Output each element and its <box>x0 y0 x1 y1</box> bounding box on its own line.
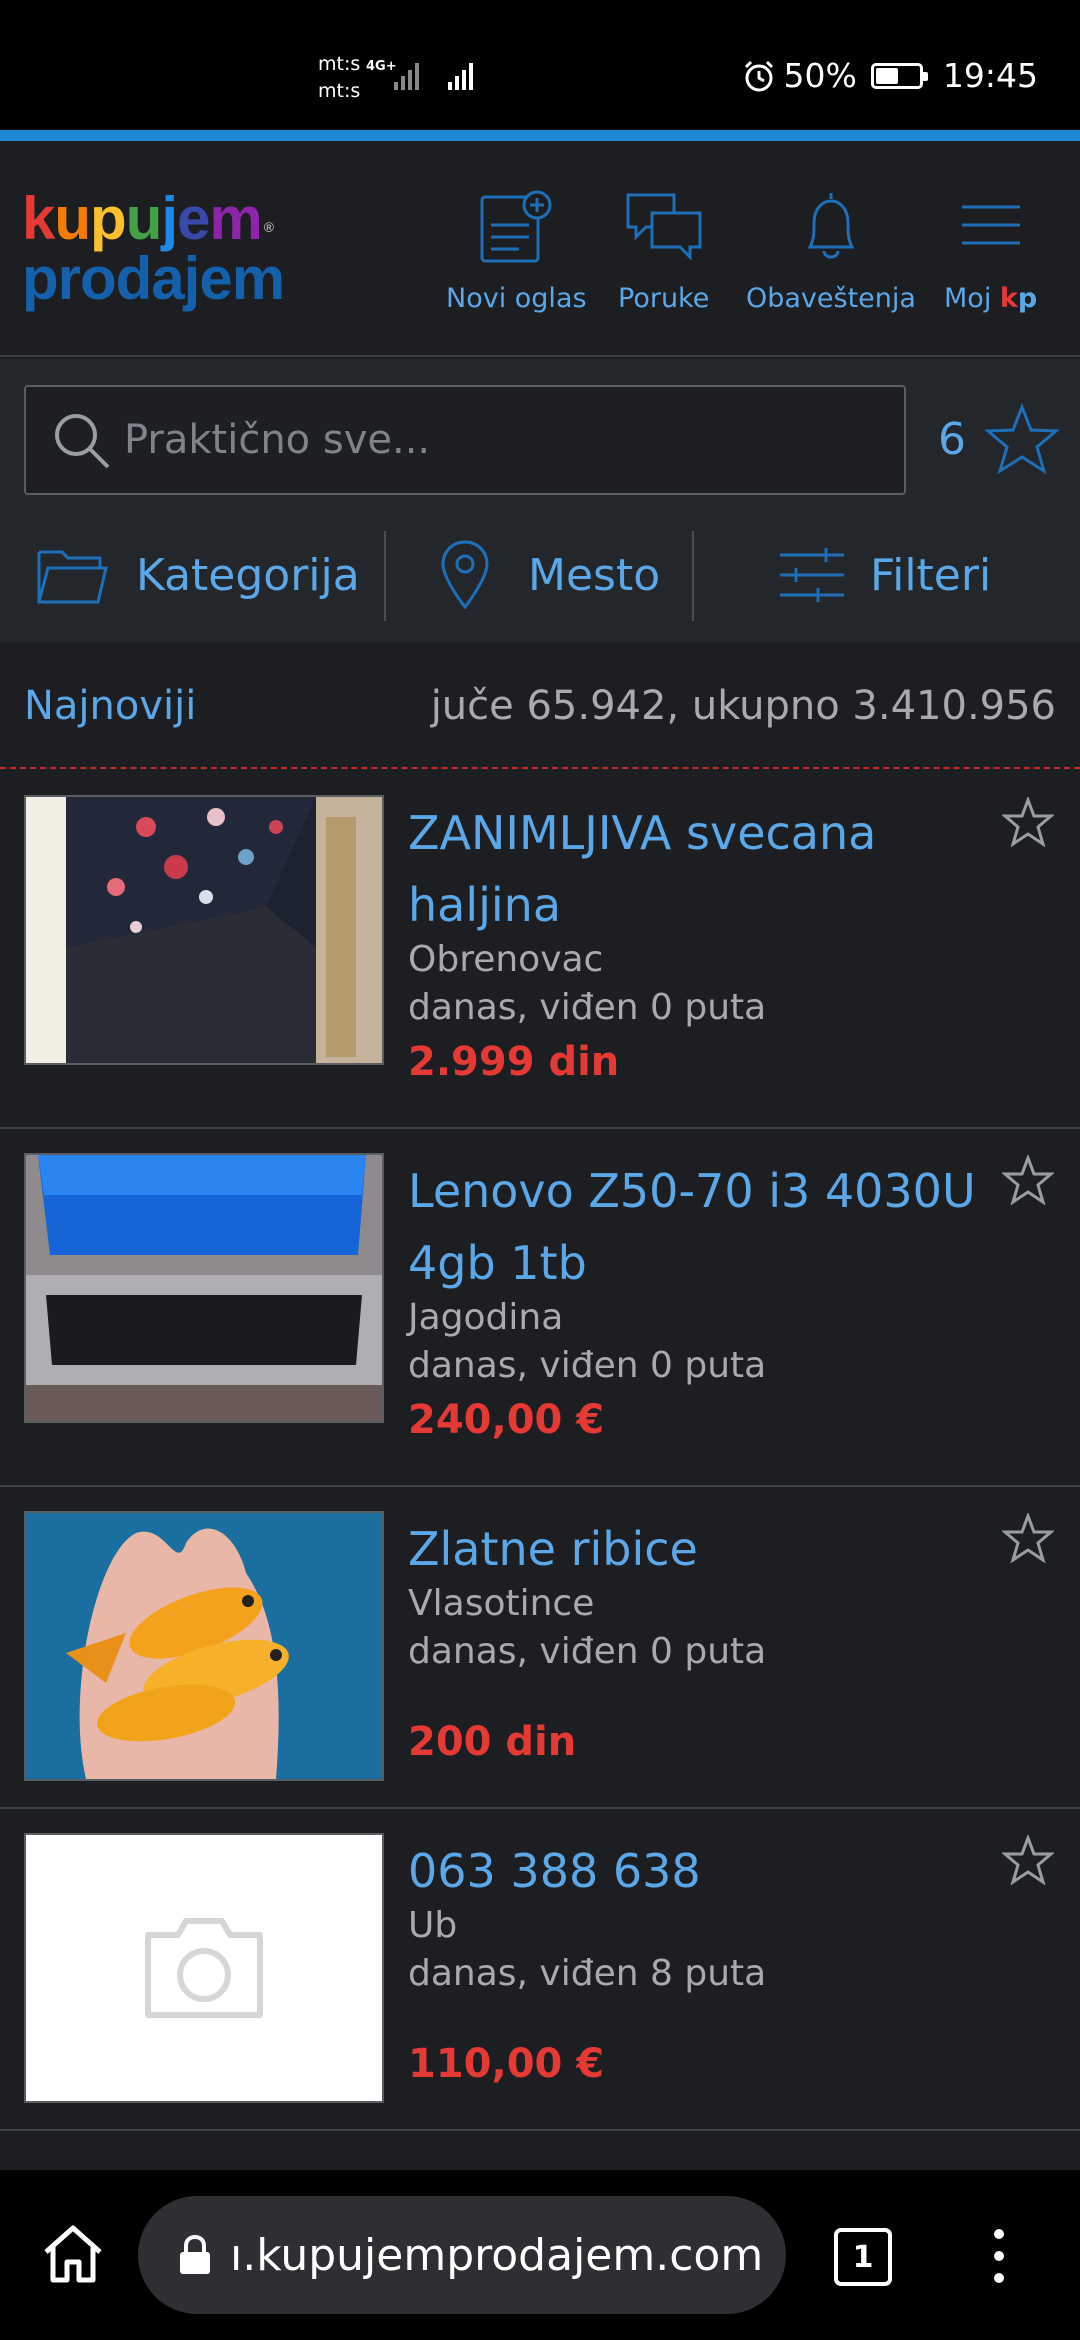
new-ad-icon <box>480 190 552 263</box>
status-right: 50% 19:45 <box>742 56 1038 95</box>
location-pin-icon <box>441 540 489 610</box>
home-icon[interactable] <box>42 2224 104 2284</box>
logo-letter: u <box>54 185 91 252</box>
battery-percent: 50% <box>783 56 857 95</box>
listing-thumbnail[interactable] <box>24 795 384 1065</box>
nav-new-ad[interactable]: Novi oglas <box>446 189 587 314</box>
lock-icon <box>180 2234 210 2274</box>
browser-toolbar: ı.kupujemprodajem.com 1 <box>0 2170 1080 2340</box>
listing-price: 110,00 € <box>408 2041 605 2087</box>
listing-title[interactable]: Zlatne ribice <box>408 1513 978 1585</box>
listing-price: 2.999 din <box>408 1039 620 1085</box>
nav-messages[interactable]: Poruke <box>618 189 709 314</box>
clock: 19:45 <box>942 56 1038 95</box>
listing-item[interactable]: Zlatne ribice Vlasotince danas, viđen 0 … <box>0 1487 1080 1809</box>
carrier-1: mt:s <box>318 53 361 75</box>
listing-views: danas, viđen 8 puta <box>408 1953 767 1994</box>
listing-location: Obrenovac <box>408 939 604 980</box>
star-icon[interactable] <box>1002 1835 1054 1885</box>
listing-location: Ub <box>408 1905 458 1946</box>
carrier-labels: mt:s mt:s <box>318 50 360 104</box>
listing-location: Vlasotince <box>408 1583 595 1624</box>
logo-letter: k <box>22 185 55 252</box>
listing-title[interactable]: Lenovo Z50-70 i3 4030U 4gb 1tb <box>408 1155 978 1299</box>
menu-icon <box>961 205 1020 245</box>
category-filter[interactable]: Kategorija <box>0 525 384 625</box>
listing-location: Jagodina <box>408 1297 564 1338</box>
listing-item[interactable]: Lenovo Z50-70 i3 4030U 4gb 1tb Jagodina … <box>0 1129 1080 1487</box>
search-input[interactable] <box>124 417 884 463</box>
star-icon[interactable] <box>1002 797 1054 847</box>
ad-stats: juče 65.942, ukupno 3.410.956 <box>430 683 1056 729</box>
listing-title[interactable]: 063 388 638 <box>408 1835 978 1907</box>
dress-photo <box>26 797 382 1063</box>
laptop-photo <box>26 1155 382 1421</box>
listing-thumbnail[interactable] <box>24 1153 384 1423</box>
alarm-icon <box>744 60 773 91</box>
status-bar: mt:s mt:s 4G+ 50% 19:45 <box>0 0 1080 130</box>
filter-row: Kategorija Mesto Filteri <box>0 525 1080 625</box>
location-filter[interactable]: Mesto <box>386 525 692 625</box>
listing-thumbnail[interactable] <box>24 1833 384 2103</box>
listing-views: danas, viđen 0 puta <box>408 1631 767 1672</box>
nav-notifications-label: Obaveštenja <box>746 283 916 314</box>
address-bar[interactable]: ı.kupujemprodajem.com <box>138 2196 786 2314</box>
logo-letter: m <box>209 185 262 252</box>
sort-bar: Najnoviji juče 65.942, ukupno 3.410.956 <box>0 643 1080 769</box>
star-icon <box>984 403 1060 475</box>
tab-switcher[interactable]: 1 <box>834 2228 892 2286</box>
filters-button[interactable]: Filteri <box>694 525 1080 625</box>
saved-searches[interactable]: 6 <box>938 403 1060 475</box>
logo-letter: j <box>161 185 178 252</box>
nav-notifications[interactable]: Obaveštenja <box>746 189 916 314</box>
carrier-2: mt:s <box>318 80 361 102</box>
bell-icon <box>807 193 855 259</box>
star-icon[interactable] <box>1002 1155 1054 1205</box>
listing-views: danas, viđen 0 puta <box>408 987 767 1028</box>
logo-letter: e <box>177 185 210 252</box>
signal-icon <box>394 63 419 90</box>
goldfish-photo <box>26 1513 382 1779</box>
location-label: Mesto <box>528 549 661 601</box>
logo-line-2: prodajem <box>22 245 285 312</box>
category-label: Kategorija <box>136 549 360 601</box>
nav-my-label: Moj kp <box>944 283 1038 314</box>
listing-price: 240,00 € <box>408 1397 605 1443</box>
camera-icon <box>26 1835 382 2101</box>
more-options-icon[interactable] <box>984 2226 1014 2286</box>
messages-icon <box>626 193 702 261</box>
nav-messages-label: Poruke <box>618 283 710 314</box>
folder-icon <box>37 550 108 604</box>
nav-new-ad-label: Novi oglas <box>446 283 587 314</box>
search-icon <box>55 414 110 469</box>
nav-my-kp[interactable]: Moj kp <box>944 189 1037 314</box>
saved-count: 6 <box>938 413 966 465</box>
url-text: ı.kupujemprodajem.com <box>230 2229 764 2281</box>
logo-line-1: k u p u j e m ® <box>22 185 284 253</box>
signal-icon-2 <box>448 63 473 90</box>
logo-letter: p <box>90 185 127 252</box>
listing-thumbnail[interactable] <box>24 1511 384 1781</box>
site-header: k u p u j e m ® prodajem Novi oglas Poru… <box>0 141 1080 357</box>
listing-item[interactable]: 063 388 638 Ub danas, viđen 8 puta 110,0… <box>0 1809 1080 2131</box>
logo-letter: u <box>125 185 163 252</box>
listing-views: danas, viđen 0 puta <box>408 1345 767 1386</box>
sliders-icon <box>780 548 844 602</box>
search-box[interactable] <box>24 385 906 495</box>
logo[interactable]: k u p u j e m ® prodajem <box>22 185 285 312</box>
accent-line <box>0 130 1080 141</box>
listing-title[interactable]: ZANIMLJIVA svecana haljina <box>408 797 978 941</box>
search-area: 6 Kategorija Mesto Filteri <box>0 359 1080 643</box>
listing-price: 200 din <box>408 1719 577 1765</box>
listing-item[interactable]: ZANIMLJIVA svecana haljina Obrenovac dan… <box>0 771 1080 1129</box>
filters-label: Filteri <box>870 549 992 601</box>
battery-icon <box>870 62 928 89</box>
listing-list: ZANIMLJIVA svecana haljina Obrenovac dan… <box>0 771 1080 2131</box>
sort-selector[interactable]: Najnoviji <box>24 683 196 729</box>
star-icon[interactable] <box>1002 1513 1054 1563</box>
